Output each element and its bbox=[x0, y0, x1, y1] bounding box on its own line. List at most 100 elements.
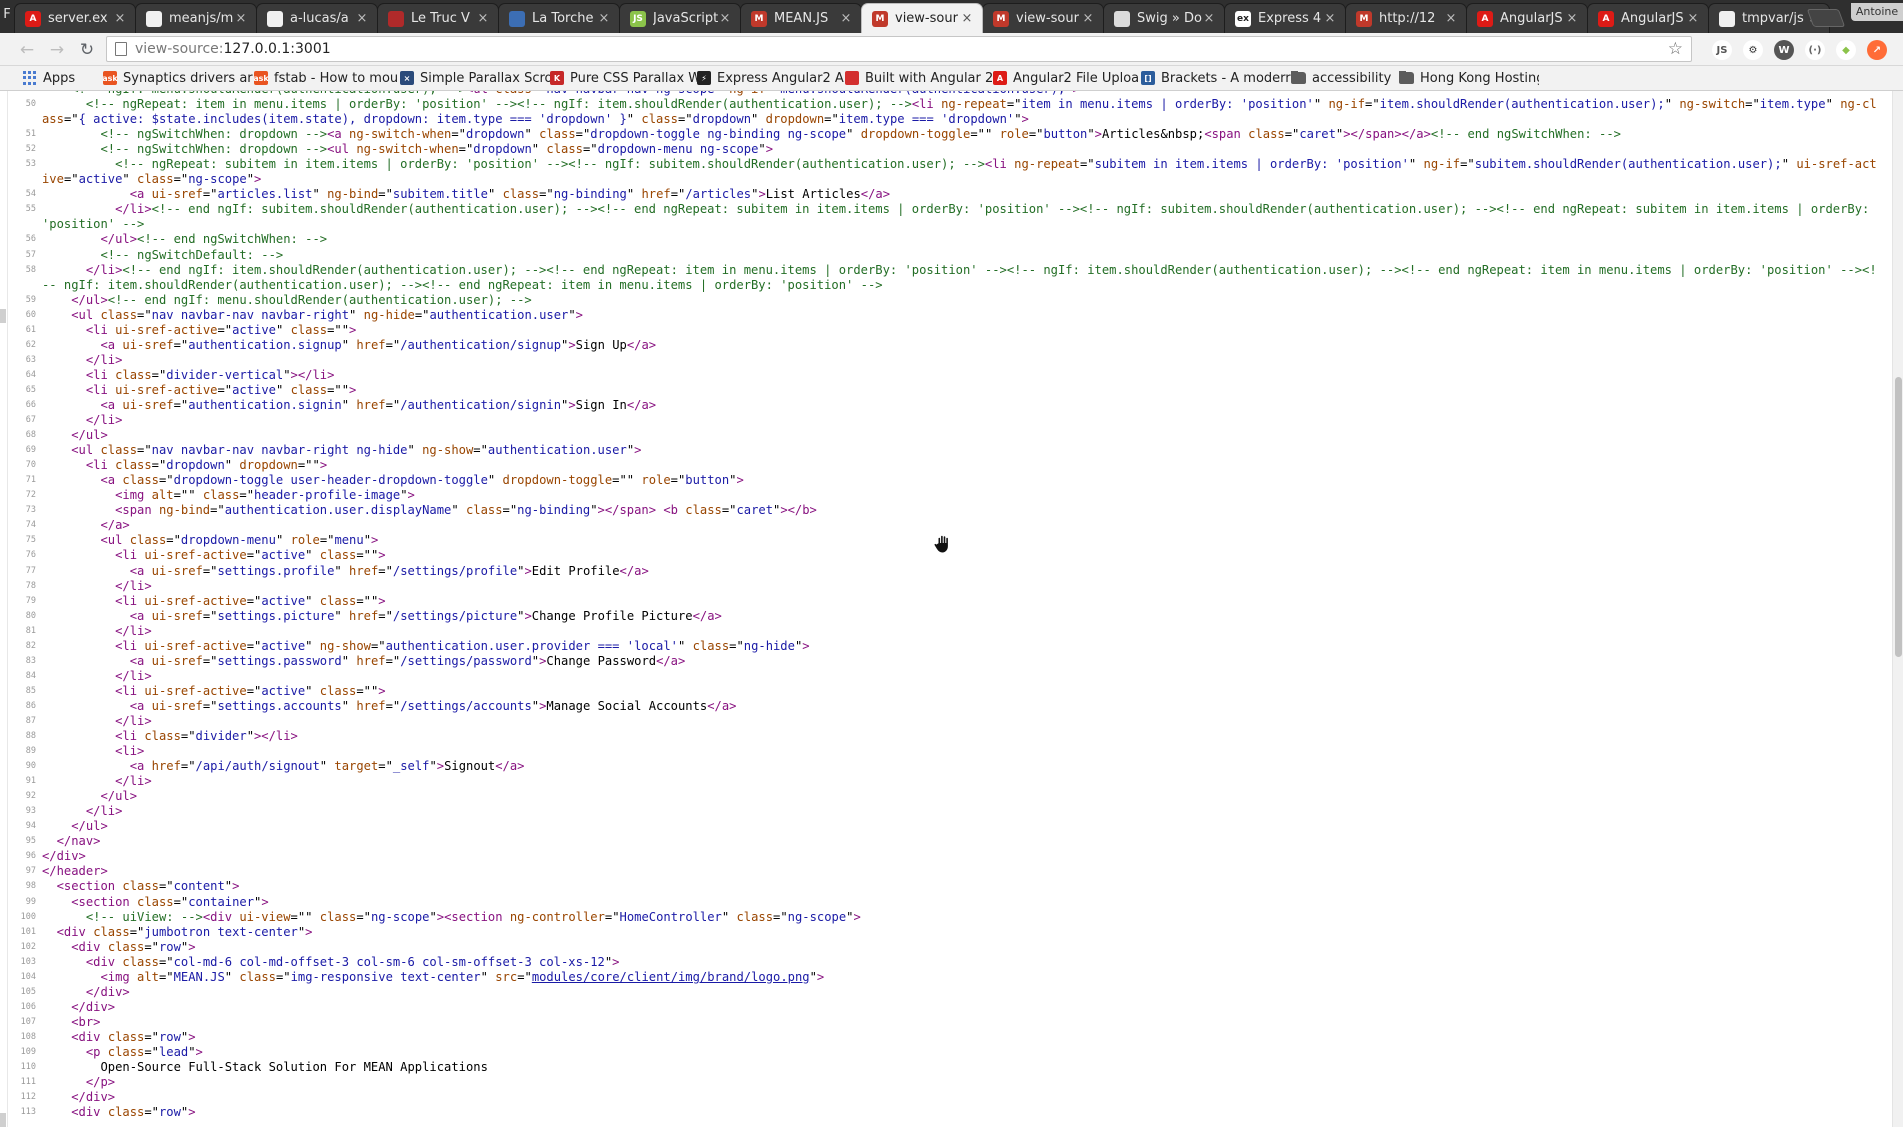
wappalyzer-icon[interactable]: W bbox=[1774, 40, 1794, 60]
close-tab-icon[interactable]: × bbox=[113, 11, 127, 26]
bookmark-star-icon[interactable]: ☆ bbox=[1668, 39, 1683, 59]
bookmark-item[interactable]: ⚡ Express Angular2 A bbox=[697, 71, 845, 86]
tab[interactable]: M MEAN.JS × bbox=[740, 3, 862, 33]
tab[interactable]: ex Express 4 × bbox=[1224, 3, 1346, 33]
profile-name[interactable]: Antoine bbox=[1851, 3, 1903, 21]
postman-icon[interactable]: ↗ bbox=[1867, 40, 1887, 60]
line-content: <div class="row"> bbox=[71, 1029, 196, 1044]
angular-icon: A bbox=[25, 10, 41, 27]
bookmark-item[interactable]: accessibility bbox=[1291, 70, 1399, 86]
tab[interactable]: Aserver.ex × bbox=[14, 3, 136, 33]
line-number: 102 bbox=[20, 941, 36, 952]
scrollbar-thumb[interactable] bbox=[1895, 377, 1902, 657]
settings-extension-icon[interactable]: ⚙ bbox=[1743, 40, 1763, 60]
bookmark-item[interactable]: Hong Kong Hosting bbox=[1399, 70, 1539, 86]
tab[interactable]: meanjs/m × bbox=[135, 3, 257, 33]
close-tab-icon[interactable]: × bbox=[234, 11, 248, 26]
line-number: 70 bbox=[25, 460, 36, 471]
source-line: 113 <div class="row"> bbox=[0, 1105, 1892, 1120]
close-tab-icon[interactable]: × bbox=[1081, 11, 1095, 26]
tab-title: JavaScript bbox=[653, 11, 718, 26]
line-content: <a href="/api/auth/signout" target="_sel… bbox=[129, 759, 525, 774]
reload-icon: ↻ bbox=[79, 40, 95, 60]
tab-title: http://12 bbox=[1379, 11, 1436, 26]
tab[interactable]: A AngularJS × bbox=[1587, 3, 1709, 33]
tab[interactable]: Swig » Do × bbox=[1103, 3, 1225, 33]
line-number: 95 bbox=[25, 836, 36, 847]
source-line: 65 <li ui-sref-active="active" class=""> bbox=[0, 383, 1892, 398]
forward-button[interactable]: → bbox=[44, 37, 70, 63]
line-content: <a ui-sref="settings.picture" href="/set… bbox=[129, 608, 722, 623]
line-content: </ul> bbox=[71, 819, 108, 834]
close-tab-icon[interactable]: × bbox=[1686, 11, 1700, 26]
source-line: 109 <p class="lead"> bbox=[0, 1045, 1892, 1060]
line-content: <li class="divider-vertical"></li> bbox=[85, 367, 335, 382]
apps-grid-dot bbox=[33, 71, 36, 74]
reload-button[interactable]: ↻ bbox=[74, 37, 100, 63]
tab-active[interactable]: Mview-sour × bbox=[861, 3, 983, 33]
source-line: 94 </ul> bbox=[0, 819, 1892, 834]
parallax-icon: × bbox=[400, 71, 414, 85]
tab[interactable]: JS JavaScript × bbox=[619, 3, 741, 33]
angular-batarang-icon[interactable]: (·) bbox=[1805, 40, 1825, 60]
tab[interactable]: Mview-sour × bbox=[982, 3, 1104, 33]
tab[interactable]: Le Truc V × bbox=[377, 3, 499, 33]
close-tab-icon[interactable]: × bbox=[1444, 11, 1458, 26]
bookmark-item[interactable]: Apps bbox=[23, 71, 103, 86]
line-content: <ul class="nav navbar-nav navbar-right" … bbox=[71, 307, 583, 322]
line-number: 52 bbox=[25, 144, 36, 155]
tab[interactable]: Mhttp://12 × bbox=[1345, 3, 1467, 33]
source-line: 84 </li> bbox=[0, 669, 1892, 684]
tab[interactable]: a-lucas/a × bbox=[256, 3, 378, 33]
bookmark-item[interactable]: ask Synaptics drivers ar bbox=[103, 71, 254, 86]
address-bar[interactable]: view-source: 127.0.0.1:3001 ☆ bbox=[106, 36, 1692, 62]
source-line: 59 </ul><!-- end ngIf: menu.shouldRender… bbox=[0, 293, 1892, 308]
close-tab-icon[interactable]: × bbox=[839, 11, 853, 26]
close-tab-icon[interactable]: × bbox=[597, 11, 611, 26]
tab-title: Express 4 bbox=[1258, 11, 1322, 26]
source-line: 88 <li class="divider"></li> bbox=[0, 729, 1892, 744]
close-tab-icon[interactable]: × bbox=[1202, 11, 1216, 26]
back-button[interactable]: ← bbox=[14, 37, 40, 63]
forward-arrow-icon: → bbox=[49, 40, 65, 60]
close-tab-icon[interactable]: × bbox=[1323, 11, 1337, 26]
bookmark-item[interactable]: K Pure CSS Parallax W bbox=[550, 71, 697, 86]
android-icon[interactable]: ◆ bbox=[1836, 40, 1856, 60]
bookmark-item[interactable]: × Simple Parallax Scro bbox=[400, 71, 550, 86]
close-tab-icon[interactable]: × bbox=[960, 11, 974, 26]
line-content: </header> bbox=[42, 864, 108, 879]
line-number: 103 bbox=[20, 956, 36, 967]
close-tab-icon[interactable]: × bbox=[718, 11, 732, 26]
vertical-scrollbar[interactable] bbox=[1892, 91, 1903, 1127]
source-line: 63 </li> bbox=[0, 353, 1892, 368]
menu-icon[interactable]: ⋮ bbox=[1898, 40, 1903, 60]
meanjs-icon: M bbox=[872, 10, 888, 27]
js-extension-icon[interactable]: JS bbox=[1712, 40, 1732, 60]
tab[interactable]: A AngularJS × bbox=[1466, 3, 1588, 33]
bookmark-item[interactable]: [] Brackets - A moderr bbox=[1141, 71, 1291, 86]
bookmark-item[interactable]: ask fstab - How to mou bbox=[254, 71, 400, 86]
tab[interactable]: La Torche × bbox=[498, 3, 620, 33]
bookmark-item[interactable]: Built with Angular 2 bbox=[845, 71, 993, 86]
close-tab-icon[interactable]: × bbox=[355, 11, 369, 26]
source-line: 58 </li><!-- end ngIf: item.shouldRender… bbox=[0, 263, 1892, 293]
source-line: 110 Open-Source Full-Stack Solution For … bbox=[0, 1060, 1892, 1075]
close-tab-icon[interactable]: × bbox=[1565, 11, 1579, 26]
tab-title: server.ex bbox=[48, 11, 108, 26]
line-number: 100 bbox=[20, 911, 36, 922]
line-content: <a ui-sref="authentication.signup" href=… bbox=[100, 337, 657, 352]
new-tab-button[interactable] bbox=[1806, 9, 1846, 27]
line-number: 78 bbox=[25, 580, 36, 591]
source-line: 52 <!-- ngSwitchWhen: dropdown --><ul ng… bbox=[0, 142, 1892, 157]
close-tab-icon[interactable]: × bbox=[476, 11, 490, 26]
line-number: 72 bbox=[25, 490, 36, 501]
line-content: <span ng-bind="authentication.user.displ… bbox=[115, 503, 817, 518]
line-number: 61 bbox=[25, 324, 36, 335]
line-number: 107 bbox=[20, 1016, 36, 1027]
apps-grid-dot bbox=[23, 81, 26, 85]
line-number: 62 bbox=[25, 339, 36, 350]
source-line: 102 <div class="row"> bbox=[0, 940, 1892, 955]
bookmark-item[interactable]: A Angular2 File Uploa bbox=[993, 71, 1141, 86]
line-number: 63 bbox=[25, 354, 36, 365]
bookmark-label: fstab - How to mou bbox=[274, 70, 399, 86]
